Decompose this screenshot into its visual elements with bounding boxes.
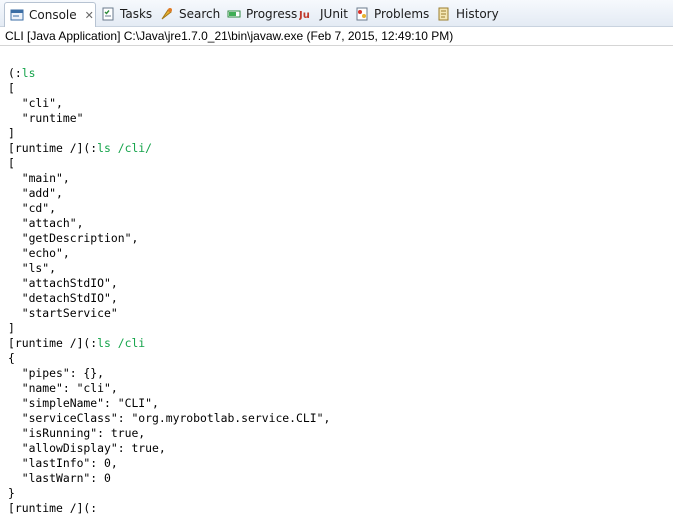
- console-text: [: [8, 156, 15, 170]
- tab-label: Console: [29, 8, 77, 22]
- console-text: "echo",: [8, 246, 70, 260]
- console-line: "name": "cli",: [8, 381, 118, 396]
- console-line: "add",: [8, 186, 63, 201]
- console-text: "cli",: [8, 96, 63, 110]
- console-line: ]: [8, 321, 15, 336]
- console-line: [runtime /](:: [8, 501, 97, 516]
- console-text: [runtime /](:: [8, 141, 98, 155]
- console-text: "allowDisplay": true,: [8, 441, 166, 455]
- console-line: "lastWarn": 0: [8, 471, 111, 486]
- console-text: "getDescription",: [8, 231, 139, 245]
- console-text: "add",: [8, 186, 63, 200]
- problems-icon: [355, 7, 369, 21]
- junit-icon: Ju: [299, 7, 315, 21]
- console-text: ]: [8, 321, 15, 335]
- console-input: ls /cli/: [97, 141, 153, 155]
- console-text: "detachStdIO",: [8, 291, 118, 305]
- tab-search[interactable]: Search: [160, 3, 220, 25]
- console-text: "pipes": {},: [8, 366, 105, 380]
- tab-console[interactable]: Console ✕: [4, 2, 96, 27]
- console-line: "main",: [8, 171, 70, 186]
- console-line: "ls",: [8, 261, 56, 276]
- console-text: "startService": [8, 306, 118, 320]
- console-text: "simpleName": "CLI",: [8, 396, 159, 410]
- console-text: "lastInfo": 0,: [8, 456, 118, 470]
- console-line: "attach",: [8, 216, 84, 231]
- progress-icon: [227, 7, 241, 21]
- console-line: "getDescription",: [8, 231, 139, 246]
- tab-history[interactable]: History: [437, 3, 499, 25]
- console-text: [: [8, 81, 15, 95]
- console-line: "pipes": {},: [8, 366, 104, 381]
- console-output[interactable]: (:ls[ "cli", "runtime"] [runtime /](:ls /…: [0, 47, 673, 522]
- console-line: "lastInfo": 0,: [8, 456, 118, 471]
- tab-problems[interactable]: Problems: [355, 3, 429, 25]
- console-icon: [10, 8, 24, 22]
- console-line: "allowDisplay": true,: [8, 441, 166, 456]
- console-line: "attachStdIO",: [8, 276, 118, 291]
- console-line: "isRunning": true,: [8, 426, 145, 441]
- tasks-icon: [101, 7, 115, 21]
- console-line: "runtime": [8, 111, 84, 126]
- tab-label: Search: [179, 7, 221, 21]
- console-text: "main",: [8, 171, 70, 185]
- console-input: ls: [21, 66, 36, 80]
- console-line: "cli",: [8, 96, 63, 111]
- console-text: "attach",: [8, 216, 84, 230]
- console-line: "echo",: [8, 246, 70, 261]
- console-line: ]: [8, 126, 15, 141]
- console-text: {: [8, 351, 15, 365]
- close-icon[interactable]: ✕: [85, 9, 94, 22]
- tab-label: JUnit: [320, 7, 348, 21]
- history-icon: [437, 7, 451, 21]
- console-line: "simpleName": "CLI",: [8, 396, 159, 411]
- console-line: "serviceClass": "org.myrobotlab.service.…: [8, 411, 331, 426]
- console-line: [runtime /](:ls /cli: [8, 336, 145, 351]
- console-text: "lastWarn": 0: [8, 471, 111, 485]
- console-line: [: [8, 81, 15, 96]
- search-icon: [160, 7, 174, 21]
- console-line: "startService": [8, 306, 118, 321]
- tab-label: Tasks: [120, 7, 153, 21]
- console-line: [: [8, 156, 15, 171]
- console-line: "cd",: [8, 201, 56, 216]
- console-line: {: [8, 351, 15, 366]
- console-text: "cd",: [8, 201, 57, 215]
- console-text: "isRunning": true,: [8, 426, 146, 440]
- console-text: }: [8, 486, 15, 500]
- console-line: "detachStdIO",: [8, 291, 118, 306]
- console-line: (:ls: [8, 66, 35, 81]
- tab-tasks[interactable]: Tasks: [101, 3, 152, 25]
- console-input: ls /cli: [97, 336, 146, 350]
- tab-progress[interactable]: Progress: [227, 3, 297, 25]
- launch-info: CLI [Java Application] C:\Java\jre1.7.0_…: [0, 27, 673, 46]
- console-text: (:: [8, 66, 22, 80]
- svg-text:Ju: Ju: [299, 10, 310, 21]
- console-text: "ls",: [8, 261, 57, 275]
- console-text: "runtime": [8, 111, 84, 125]
- console-text: [runtime /](:: [8, 336, 98, 350]
- tab-junit[interactable]: Ju JUnit: [299, 3, 348, 25]
- console-text: [runtime /](:: [8, 501, 98, 515]
- tab-label: History: [456, 7, 499, 21]
- console-line: [runtime /](:ls /cli/: [8, 141, 152, 156]
- tab-label: Progress: [246, 7, 298, 21]
- view-tab-bar: Console ✕ Tasks Search Progress Ju JUnit…: [0, 0, 673, 27]
- console-text: "serviceClass": "org.myrobotlab.service.…: [8, 411, 331, 425]
- console-text: ]: [8, 126, 15, 140]
- console-text: "name": "cli",: [8, 381, 118, 395]
- console-line: }: [8, 486, 15, 501]
- tab-label: Problems: [374, 7, 430, 21]
- console-text: "attachStdIO",: [8, 276, 118, 290]
